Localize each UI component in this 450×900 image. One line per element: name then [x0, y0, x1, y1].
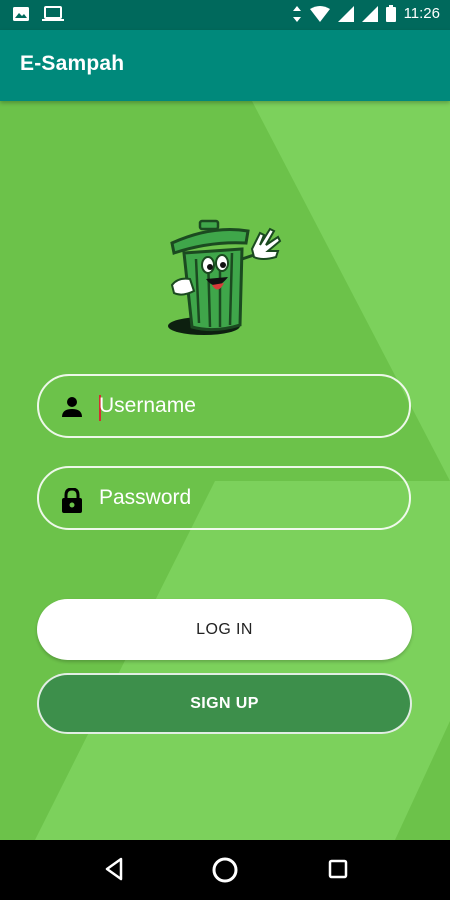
image-icon: [12, 6, 30, 22]
battery-icon: [385, 5, 396, 22]
back-icon[interactable]: [103, 856, 125, 887]
signal-icon: [361, 5, 378, 22]
app-bar: E-Sampah: [0, 30, 450, 101]
password-field[interactable]: Password: [37, 466, 411, 530]
recents-icon[interactable]: [327, 858, 349, 885]
trash-bin-mascot: [168, 219, 282, 335]
status-bar: 11:26: [0, 0, 450, 30]
wifi-icon: [309, 5, 330, 22]
username-field[interactable]: Username: [37, 374, 411, 438]
clock-time: 11:26: [403, 5, 440, 22]
signal-icon: [337, 5, 354, 22]
app-title: E-Sampah: [20, 52, 125, 75]
username-placeholder: Username: [99, 394, 196, 417]
login-screen: Username Password LOG IN SIGN UP: [0, 101, 450, 840]
signup-button[interactable]: SIGN UP: [37, 673, 412, 734]
person-icon: [61, 396, 83, 423]
login-button[interactable]: LOG IN: [37, 599, 412, 660]
home-icon[interactable]: [211, 856, 239, 889]
password-placeholder: Password: [99, 486, 192, 509]
navigation-bar: [0, 840, 450, 900]
lock-icon: [61, 487, 83, 519]
laptop-icon: [42, 6, 64, 22]
data-arrows-icon: [292, 5, 302, 22]
screen: 11:26 E-Sampah Username Password LOG IN …: [0, 0, 450, 900]
